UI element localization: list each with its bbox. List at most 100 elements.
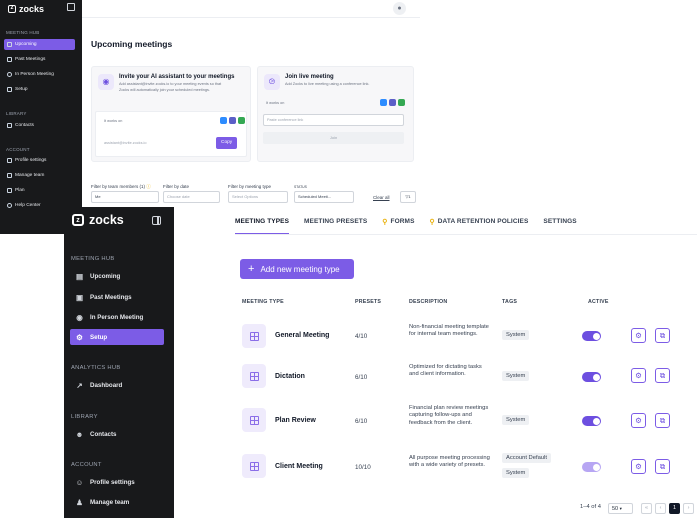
section-account: ACCOUNT [71, 462, 102, 468]
sidebar-collapse-icon[interactable] [152, 216, 161, 225]
type-filter-label: Filter by meeting type [228, 184, 272, 189]
setup-icon: ⚙ [76, 332, 83, 342]
meeting-type-tags: System [502, 371, 530, 381]
duplicate-icon[interactable]: ⧉ [655, 413, 670, 428]
back-topbar: ● [82, 0, 420, 18]
chevron-right-icon: › [687, 505, 690, 511]
team-filter-label: Filter by team members (1) ⓘ [91, 184, 151, 189]
sidebar-item-profile[interactable]: ☺ Profile settings [70, 474, 164, 490]
page-size-select[interactable]: 50 ▾ [608, 503, 633, 514]
back-sidebar-item-plan[interactable]: Plan [4, 185, 75, 196]
meeting-type-icon [242, 408, 266, 432]
active-toggle[interactable] [582, 331, 601, 341]
back-brand-logo[interactable]: z zocks [8, 3, 44, 15]
settings-gear-icon[interactable]: ⚙ [631, 413, 646, 428]
back-sidebar-item-contacts[interactable]: Contacts [4, 120, 75, 131]
robot-icon: ◉ [98, 74, 114, 90]
current-page-button[interactable]: 1 [669, 503, 680, 514]
teams-icon [229, 117, 236, 124]
settings-gear-icon[interactable]: ⚙ [631, 368, 646, 383]
back-brand-name: zocks [19, 4, 45, 14]
sidebar-item-manage-team[interactable]: ♟ Manage team [70, 494, 164, 510]
type-filter-select[interactable]: Select Options [228, 191, 288, 203]
meeting-type-description: All purpose meeting processing with a wi… [409, 455, 490, 469]
tab-settings[interactable]: SETTINGS [543, 218, 576, 234]
info-icon: ⓘ [146, 184, 151, 189]
calendar-icon [7, 42, 12, 47]
meeting-type-name: Dictation [275, 373, 305, 380]
back-sidebar-item-profile[interactable]: Profile settings [4, 155, 75, 166]
duplicate-icon[interactable]: ⧉ [655, 328, 670, 343]
join-card-description: Add Zocks to live meeting using a confer… [285, 82, 370, 86]
column-header-type: MEETING TYPE [242, 299, 284, 305]
join-card-body: It works on Paste conference link Join [261, 99, 410, 157]
meeting-type-name: General Meeting [275, 332, 330, 339]
column-header-active: ACTIVE [588, 299, 609, 305]
join-button[interactable]: Join [263, 132, 404, 144]
copy-email-button[interactable]: Copy [216, 137, 238, 149]
settings-gear-icon[interactable]: ⚙ [631, 459, 646, 474]
date-filter-input[interactable]: Choose date [163, 191, 220, 203]
sidebar-item-setup[interactable]: ⚙ Setup [70, 329, 164, 345]
back-section-meeting-hub: MEETING HUB [6, 30, 40, 35]
active-toggle[interactable] [582, 372, 601, 382]
join-works-on-label: It works on [266, 101, 285, 105]
tabs-divider [235, 234, 697, 235]
chevron-down-icon: ▾ [619, 506, 622, 511]
first-page-icon: « [644, 505, 649, 511]
pagination-range: 1–4 of 4 [580, 504, 601, 510]
active-toggle[interactable] [582, 416, 601, 426]
conference-link-input[interactable]: Paste conference link [263, 114, 404, 126]
invite-app-icons [220, 117, 245, 124]
record-icon [7, 72, 12, 77]
zoom-icon [380, 99, 387, 106]
back-sidebar-item-upcoming[interactable]: Upcoming [4, 39, 75, 50]
team-filter-select[interactable]: Me [91, 191, 159, 203]
sidebar-item-in-person[interactable]: ◉ In Person Meeting [70, 309, 164, 325]
section-analytics-hub: ANALYTICS HUB [71, 365, 121, 371]
filter-toggle-button[interactable]: ▽1 [400, 191, 416, 203]
main-content: MEETING TYPES MEETING PRESETS ⚲ FORMS ⚲ DA… [174, 207, 697, 518]
folder-icon [7, 57, 12, 62]
sidebar-item-past-meetings[interactable]: ▣ Past Meetings [70, 289, 164, 305]
back-section-account: ACCOUNT [6, 147, 30, 152]
clear-all-link[interactable]: Clear all [373, 195, 390, 200]
avatar-user-icon[interactable]: ● [393, 2, 406, 15]
brand-logo[interactable]: z zocks [72, 213, 124, 227]
duplicate-icon[interactable]: ⧉ [655, 368, 670, 383]
settings-gear-icon[interactable]: ⚙ [631, 328, 646, 343]
section-library: LIBRARY [71, 414, 98, 420]
tag-badge: System [502, 330, 530, 340]
tab-forms[interactable]: ⚲ FORMS [382, 218, 414, 234]
screenshot-stage: z zocks MEETING HUB Upcoming Past Meetin… [0, 0, 697, 518]
meeting-type-presets: 10/10 [355, 464, 371, 471]
active-toggle-disabled[interactable] [582, 462, 601, 472]
prev-page-button[interactable]: ‹ [655, 503, 666, 514]
add-meeting-type-button[interactable]: + Add new meeting type [240, 259, 354, 279]
zocks-logo-icon: z [8, 5, 16, 13]
sidebar-item-dashboard[interactable]: ↗ Dashboard [70, 377, 164, 393]
join-card-title: Join live meeting [285, 74, 334, 80]
next-page-button[interactable]: › [683, 503, 694, 514]
zocks-logo-icon: z [72, 214, 84, 226]
join-app-icons [380, 99, 405, 106]
meeting-type-presets: 6/10 [355, 418, 368, 425]
tab-meeting-types[interactable]: MEETING TYPES [235, 218, 290, 234]
back-sidebar-item-past-meetings[interactable]: Past Meetings [4, 54, 75, 65]
contacts-icon: ☻ [75, 429, 84, 439]
tab-meeting-presets[interactable]: MEETING PRESETS [304, 218, 367, 234]
sidebar-collapse-icon[interactable] [67, 3, 75, 11]
back-sidebar-item-manage-team[interactable]: Manage team [4, 170, 75, 181]
first-page-button[interactable]: « [641, 503, 652, 514]
back-sidebar-item-in-person[interactable]: In Person Meeting [4, 69, 75, 80]
invite-assistant-card: ◉ Invite your AI assistant to your meeti… [91, 66, 251, 162]
folder-icon: ▣ [75, 292, 84, 302]
duplicate-icon[interactable]: ⧉ [655, 459, 670, 474]
record-icon: ◉ [76, 312, 83, 322]
sidebar-item-contacts[interactable]: ☻ Contacts [70, 426, 164, 442]
status-filter-select[interactable]: Scheduled Meeti... [294, 191, 354, 203]
back-sidebar-item-setup[interactable]: Setup [4, 84, 75, 95]
sidebar-item-upcoming[interactable]: ▤ Upcoming [70, 268, 164, 284]
tab-data-retention[interactable]: ⚲ DATA RETENTION POLICIES [430, 218, 529, 234]
user-icon: ☺ [75, 477, 84, 487]
